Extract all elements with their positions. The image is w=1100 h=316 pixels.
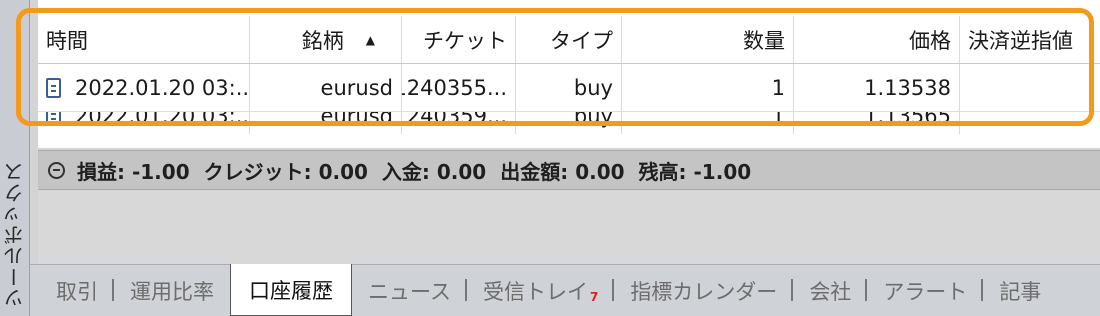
cell-stop-loss bbox=[960, 112, 1100, 134]
tab-mailbox[interactable]: 受信トレイ 7 bbox=[467, 265, 615, 316]
tab-alerts[interactable]: アラート bbox=[867, 265, 984, 316]
cell-time: 2022.01.20 03:... bbox=[38, 64, 250, 111]
history-panel: 時間 銘柄 ▲ チケット タイプ 数量 価格 決済逆指値 2022.01.20 0… bbox=[30, 0, 1100, 316]
cell-volume: 1 bbox=[622, 64, 794, 111]
document-icon bbox=[46, 77, 61, 98]
column-header-price[interactable]: 価格 bbox=[794, 16, 960, 63]
tab-label: 指標カレンダー bbox=[630, 279, 778, 304]
column-label: 銘柄 bbox=[301, 28, 344, 53]
cell-price: 1.13538 bbox=[794, 64, 960, 111]
tab-label: 会社 bbox=[809, 279, 852, 304]
collapse-minus-icon[interactable] bbox=[48, 161, 65, 179]
column-label: 価格 bbox=[909, 28, 951, 53]
summary-deposit: 入金: 0.00 bbox=[381, 159, 487, 184]
document-icon bbox=[46, 112, 61, 126]
toolbox-tab-bar: 取引 運用比率 口座履歴 ニュース 受信トレイ 7 指標カレンダー 会社 アラート… bbox=[30, 264, 1100, 316]
tab-label: 受信トレイ bbox=[482, 279, 588, 304]
summary-credit: クレジット: 0.00 bbox=[203, 159, 368, 184]
toolbox-label: ツールボックス bbox=[3, 161, 27, 308]
table-header: 時間 銘柄 ▲ チケット タイプ 数量 価格 決済逆指値 bbox=[38, 16, 1100, 64]
cell-volume: 1 bbox=[622, 112, 794, 134]
column-header-time[interactable]: 時間 bbox=[38, 16, 250, 63]
tab-account-history[interactable]: 口座履歴 bbox=[230, 264, 352, 316]
tab-exposure[interactable]: 運用比率 bbox=[114, 265, 230, 316]
table-row[interactable]: 2022.01.20 03:... eurusd 1240359... buy … bbox=[38, 112, 1100, 148]
column-label: 決済逆指値 bbox=[968, 28, 1073, 53]
tab-label: 記事 bbox=[999, 279, 1042, 304]
column-header-symbol[interactable]: 銘柄 ▲ bbox=[250, 16, 402, 63]
history-table: 時間 銘柄 ▲ チケット タイプ 数量 価格 決済逆指値 2022.01.20 0… bbox=[38, 0, 1100, 148]
tab-label: 口座履歴 bbox=[249, 278, 333, 303]
sort-ascending-icon: ▲ bbox=[365, 32, 375, 47]
tab-label: アラート bbox=[883, 279, 968, 304]
tab-label: 取引 bbox=[56, 279, 98, 304]
summary-balance: 残高: -1.00 bbox=[638, 159, 752, 184]
column-label: 数量 bbox=[743, 28, 785, 53]
cell-time: 2022.01.20 03:... bbox=[38, 112, 250, 134]
toolbox-side-strip[interactable]: ツールボックス bbox=[0, 0, 30, 316]
tab-news[interactable]: ニュース bbox=[352, 265, 467, 316]
account-summary-row[interactable]: 損益: -1.00 クレジット: 0.00 入金: 0.00 出金額: 0.00… bbox=[38, 150, 1100, 190]
tab-label: 運用比率 bbox=[130, 279, 214, 304]
cell-ticket: 1240355... bbox=[402, 64, 516, 111]
tab-label: ニュース bbox=[368, 279, 451, 304]
column-header-ticket[interactable]: チケット bbox=[402, 16, 516, 63]
tab-articles[interactable]: 記事 bbox=[983, 265, 1057, 316]
column-header-volume[interactable]: 数量 bbox=[622, 16, 794, 63]
cell-price: 1.13565 bbox=[794, 112, 960, 134]
summary-withdrawal: 出金額: 0.00 bbox=[500, 159, 625, 184]
summary-profit-loss: 損益: -1.00 bbox=[77, 159, 190, 184]
column-header-stop-loss[interactable]: 決済逆指値 bbox=[960, 16, 1100, 63]
cell-symbol: eurusd bbox=[250, 64, 402, 111]
cell-symbol: eurusd bbox=[250, 112, 402, 134]
cell-text: 2022.01.20 03:... bbox=[75, 75, 250, 100]
column-label: 時間 bbox=[46, 28, 88, 53]
cell-text: 2022.01.20 03:... bbox=[75, 112, 250, 128]
tab-company[interactable]: 会社 bbox=[793, 265, 868, 316]
empty-list-area bbox=[38, 190, 1100, 264]
table-row[interactable]: 2022.01.20 03:... eurusd 1240355... buy … bbox=[38, 64, 1100, 112]
cell-ticket: 1240359... bbox=[402, 112, 516, 134]
cell-stop-loss bbox=[960, 64, 1100, 111]
column-label: タイプ bbox=[550, 28, 613, 53]
mailbox-count-badge: 7 bbox=[589, 290, 599, 304]
tab-calendar[interactable]: 指標カレンダー bbox=[614, 265, 794, 316]
cell-type: buy bbox=[516, 64, 622, 111]
cell-type: buy bbox=[516, 112, 622, 134]
tab-trade[interactable]: 取引 bbox=[40, 265, 114, 316]
column-label: チケット bbox=[423, 28, 507, 53]
column-header-type[interactable]: タイプ bbox=[516, 16, 622, 63]
